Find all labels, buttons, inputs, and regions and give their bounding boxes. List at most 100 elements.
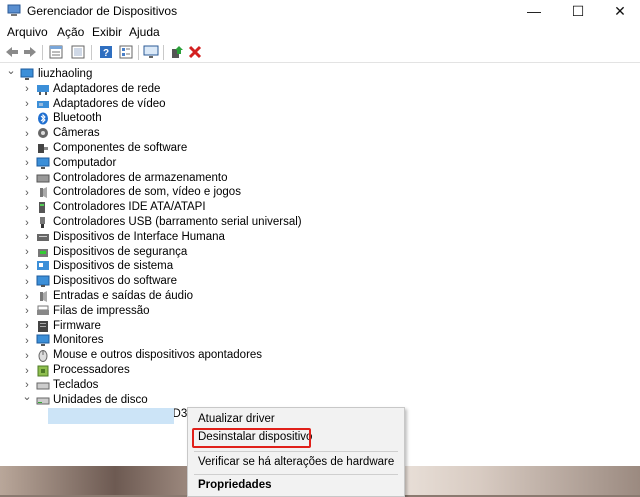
device-manager-window: Gerenciador de Dispositivos — ☐ ✕ Arquiv… [0, 0, 640, 466]
software-device-icon [36, 275, 50, 288]
tree-category-item[interactable]: Controladores de som, vídeo e jogos [53, 185, 241, 200]
expand-chevron[interactable]: › [22, 230, 32, 245]
system-device-icon [37, 261, 49, 271]
camera-icon [38, 128, 48, 139]
sound-icon [40, 187, 47, 199]
tree-category-item[interactable]: Firmware [53, 319, 101, 334]
expand-chevron[interactable]: › [22, 141, 32, 156]
expand-chevron[interactable]: › [22, 259, 32, 274]
computer-icon [36, 157, 50, 169]
tree-category-item[interactable]: Bluetooth [53, 111, 102, 126]
tree-category-item[interactable]: Adaptadores de rede [53, 82, 160, 97]
expand-chevron[interactable]: › [22, 274, 32, 289]
tree-category-item[interactable]: Componentes de software [53, 141, 187, 156]
tree-root-label[interactable]: liuzhaoling [38, 67, 92, 82]
software-component-icon [38, 144, 48, 153]
context-menu: Atualizar driver Desinstalar dispositivo… [187, 407, 405, 497]
menu-verificar-alteracoes[interactable]: Verificar se há alterações de hardware [198, 456, 394, 468]
menu-separator [194, 474, 398, 475]
tree-category-item[interactable]: Adaptadores de vídeo [53, 97, 166, 112]
expand-chevron[interactable]: › [22, 97, 32, 112]
menu-separator [194, 451, 398, 452]
tree-category-item[interactable]: Monitores [53, 333, 104, 348]
expand-root-chevron[interactable]: ⌄ [6, 63, 16, 78]
scan-monitor-icon[interactable] [143, 44, 159, 60]
audio-io-icon [40, 291, 47, 302]
expand-chevron[interactable]: › [22, 289, 32, 304]
uninstall-x-icon[interactable] [187, 44, 203, 60]
menu-propriedades[interactable]: Propriedades [198, 479, 272, 491]
tree-category-item[interactable]: Teclados [53, 378, 98, 393]
expand-chevron[interactable]: › [22, 215, 32, 230]
tree-category-item[interactable]: Computador [53, 156, 116, 171]
expand-chevron[interactable]: › [22, 171, 32, 186]
tree-category-item[interactable]: Entradas e saídas de áudio [53, 289, 193, 304]
title-bar: Gerenciador de Dispositivos — ☐ ✕ [0, 0, 640, 22]
tree-category-item[interactable]: Câmeras [53, 126, 100, 141]
help-icon[interactable]: ? [98, 44, 114, 60]
device-tree: ⌄ liuzhaoling › Adaptadores de rede › Adaptad… [0, 64, 640, 464]
tree-category-item[interactable]: Controladores de armazenamento [53, 171, 228, 186]
monitor-icon [36, 334, 50, 347]
display-adapter-icon [37, 100, 49, 108]
minimize-button[interactable]: — [512, 0, 556, 22]
mouse-icon [38, 350, 48, 363]
menu-ajuda[interactable]: Ajuda [129, 25, 160, 39]
menu-exibir[interactable]: Exibir [92, 25, 122, 39]
show-hide-icon[interactable] [70, 44, 86, 60]
collapse-chevron[interactable]: ⌄ [22, 389, 32, 404]
firmware-icon [38, 320, 48, 332]
selected-row-highlight [48, 408, 174, 424]
toolbar-separator [163, 45, 164, 60]
close-button[interactable]: ✕ [598, 0, 640, 22]
tree-category-item[interactable]: Dispositivos do software [53, 274, 177, 289]
expand-chevron[interactable]: › [22, 126, 32, 141]
tree-category-item[interactable]: Dispositivos de segurança [53, 245, 187, 260]
expand-chevron[interactable]: › [22, 348, 32, 363]
details-icon[interactable] [118, 44, 134, 60]
toolbar: ? [0, 42, 640, 63]
properties-grid-icon[interactable] [48, 44, 64, 60]
storage-controller-icon [36, 174, 50, 183]
tree-category-item[interactable]: Filas de impressão [53, 304, 150, 319]
tree-category-item[interactable]: Controladores USB (barramento serial uni… [53, 215, 302, 230]
processor-icon [37, 365, 49, 377]
expand-chevron[interactable]: › [22, 156, 32, 171]
tree-category-item[interactable]: Dispositivos de sistema [53, 259, 173, 274]
expand-chevron[interactable]: › [22, 319, 32, 334]
update-driver-icon[interactable] [169, 44, 185, 60]
menu-bar: Arquivo Ação Exibir Ajuda [0, 23, 640, 41]
keyboard-icon [36, 382, 50, 390]
highlight-box [192, 428, 311, 448]
toolbar-separator [42, 45, 43, 60]
toolbar-separator [91, 45, 92, 60]
back-arrow-icon[interactable] [4, 44, 20, 60]
menu-acao[interactable]: Ação [57, 25, 84, 39]
tree-category-item[interactable]: Unidades de disco [53, 393, 148, 408]
expand-chevron[interactable]: › [22, 363, 32, 378]
device-manager-app-icon [7, 4, 21, 16]
computer-icon [20, 68, 34, 80]
expand-chevron[interactable]: › [22, 333, 32, 348]
maximize-button[interactable]: ☐ [556, 0, 600, 22]
tree-category-item[interactable]: Dispositivos de Interface Humana [53, 230, 225, 245]
expand-chevron[interactable]: › [22, 82, 32, 97]
expand-chevron[interactable]: › [22, 185, 32, 200]
usb-icon [40, 217, 45, 228]
svg-text:?: ? [103, 48, 109, 59]
disk-drive-icon [36, 397, 50, 405]
network-adapter-icon [37, 84, 49, 95]
expand-chevron[interactable]: › [22, 111, 32, 126]
expand-chevron[interactable]: › [22, 200, 32, 215]
expand-chevron[interactable]: › [22, 245, 32, 260]
forward-arrow-icon[interactable] [22, 44, 38, 60]
menu-atualizar-driver[interactable]: Atualizar driver [198, 413, 275, 425]
window-title: Gerenciador de Dispositivos [27, 4, 178, 18]
tree-category-item[interactable]: Processadores [53, 363, 130, 378]
hid-icon [37, 233, 49, 241]
tree-category-item[interactable]: Mouse e outros dispositivos apontadores [53, 348, 262, 363]
menu-arquivo[interactable]: Arquivo [7, 25, 48, 39]
tree-category-item[interactable]: Controladores IDE ATA/ATAPI [53, 200, 206, 215]
bluetooth-icon [38, 112, 48, 125]
expand-chevron[interactable]: › [22, 304, 32, 319]
